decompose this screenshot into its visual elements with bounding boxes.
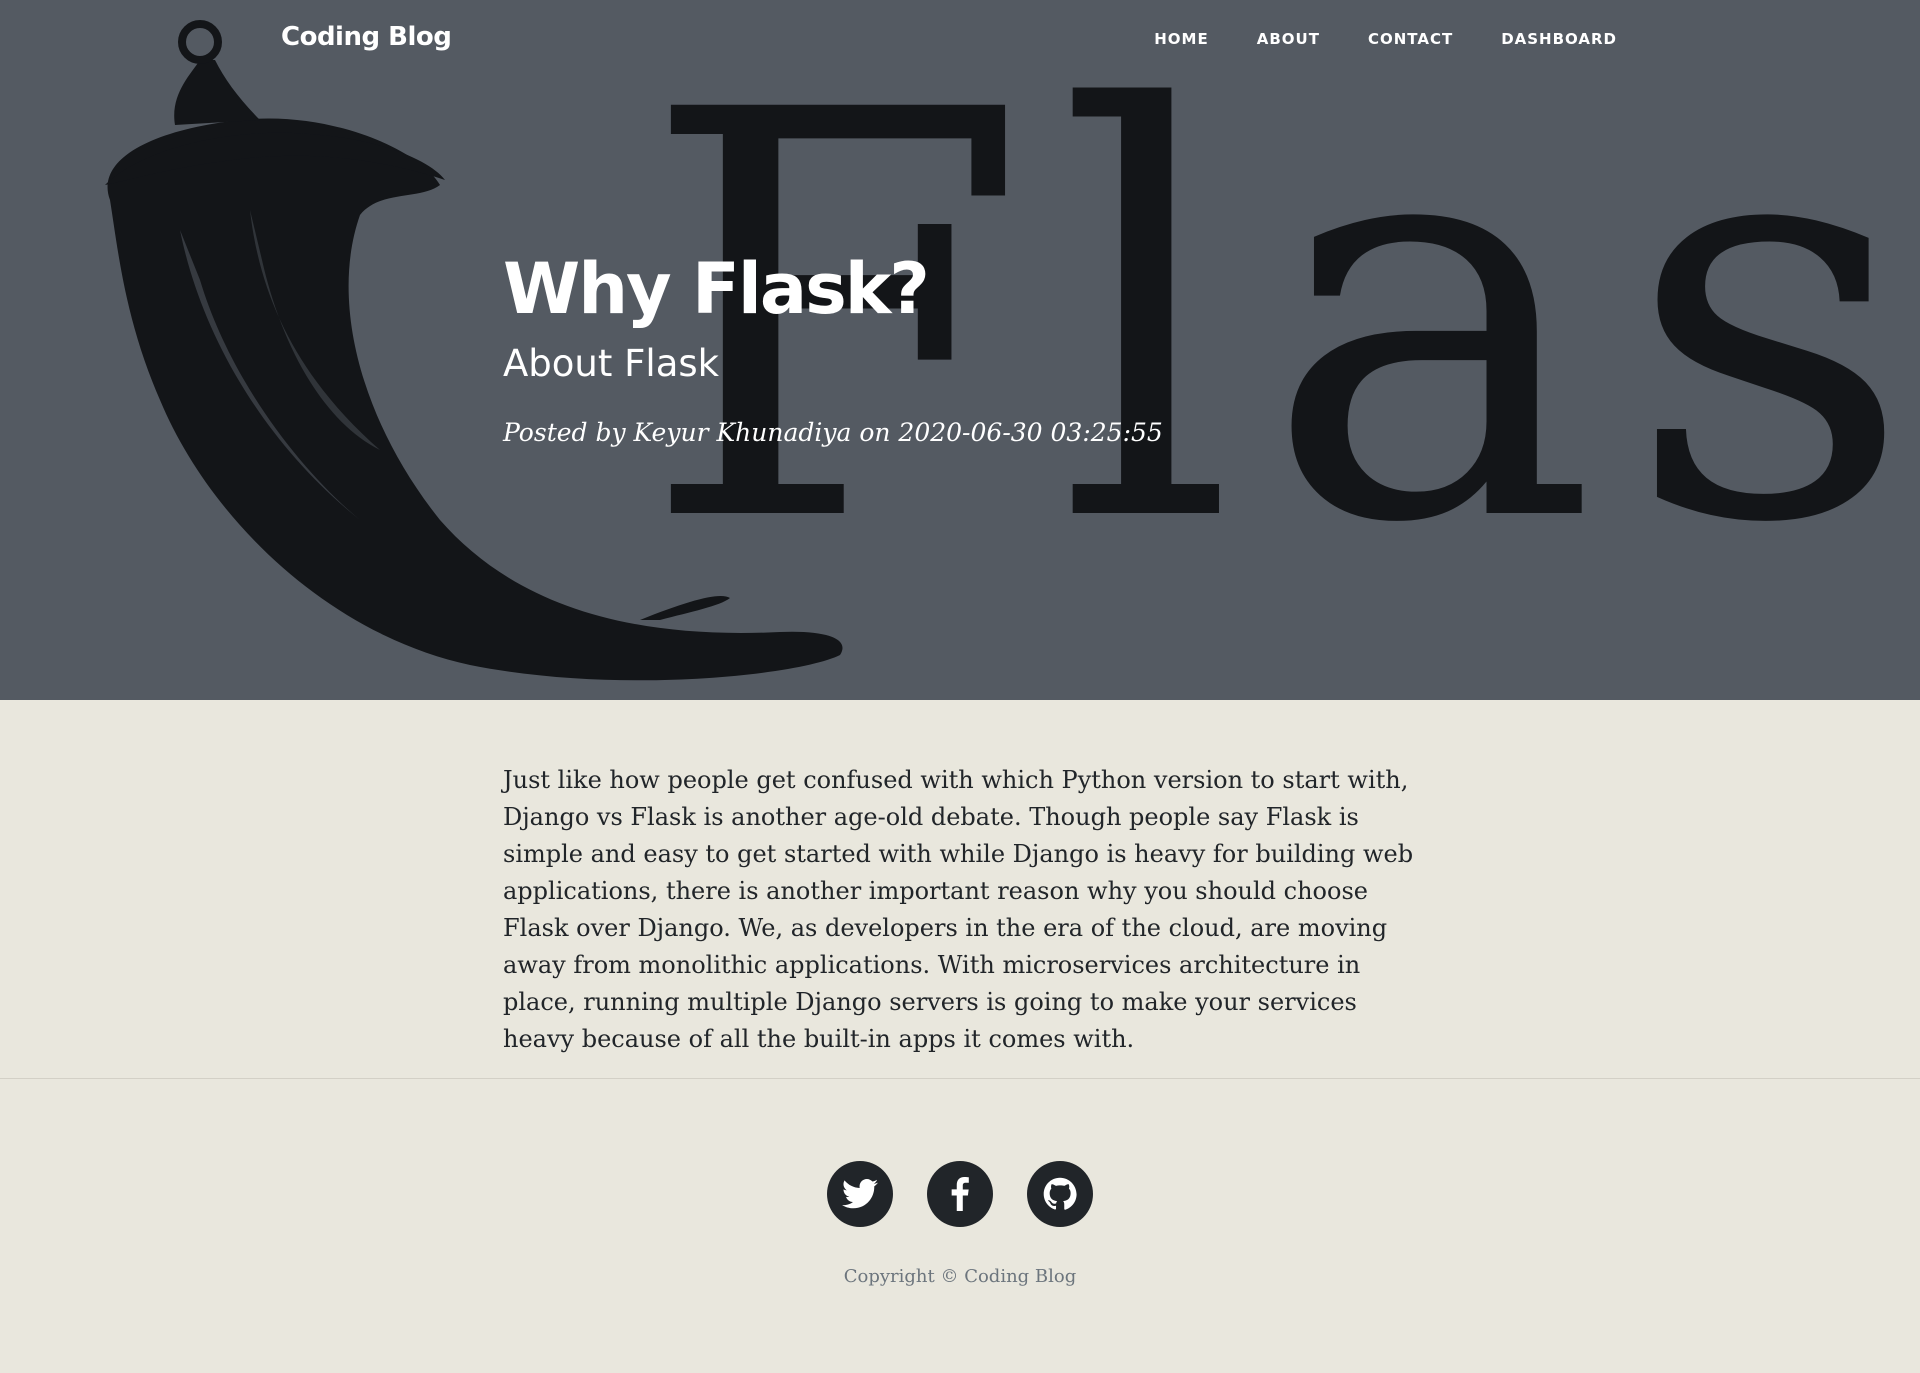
twitter-icon <box>842 1179 878 1209</box>
copyright-text: Copyright © Coding Blog <box>843 1266 1077 1287</box>
post-meta: Posted by Keyur Khunadiya on 2020-06-30 … <box>503 418 1163 447</box>
social-links <box>827 1161 1093 1227</box>
divider <box>0 1078 1920 1079</box>
brand-link[interactable]: Coding Blog <box>281 22 452 52</box>
nav-about[interactable]: ABOUT <box>1257 30 1320 48</box>
facebook-icon <box>951 1177 969 1211</box>
nav-dashboard[interactable]: DASHBOARD <box>1501 30 1617 48</box>
post-body: Just like how people get confused with w… <box>503 766 1414 1053</box>
post-title: Why Flask? <box>503 248 930 330</box>
facebook-button[interactable] <box>927 1161 993 1227</box>
nav-contact[interactable]: CONTACT <box>1368 30 1453 48</box>
github-button[interactable] <box>1027 1161 1093 1227</box>
nav-home[interactable]: HOME <box>1154 30 1208 48</box>
post-subtitle: About Flask <box>503 342 720 385</box>
twitter-button[interactable] <box>827 1161 893 1227</box>
main-nav: HOME ABOUT CONTACT DASHBOARD <box>1154 30 1617 48</box>
github-icon <box>1043 1177 1077 1210</box>
page-header: Flask Coding Blog HOME ABOUT CONTACT DAS… <box>0 0 1920 700</box>
